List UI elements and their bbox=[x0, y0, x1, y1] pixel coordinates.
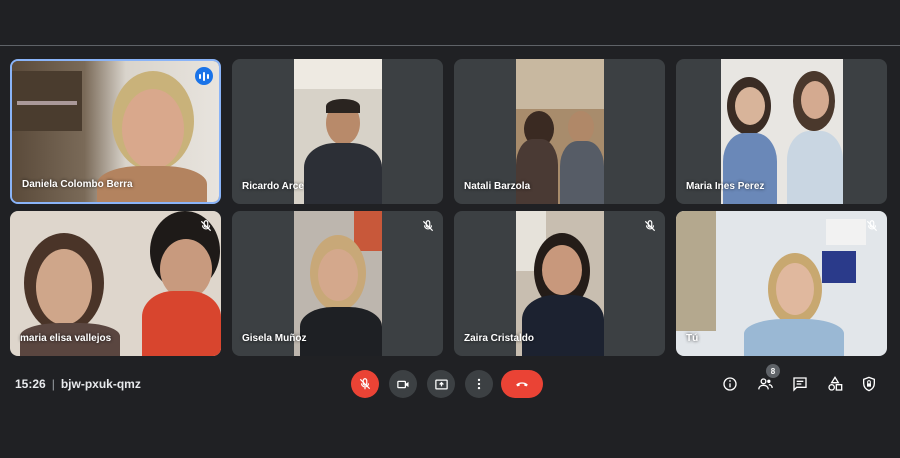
more-options-icon bbox=[477, 378, 481, 390]
mic-off-icon bbox=[644, 220, 656, 232]
mic-off-icon bbox=[359, 378, 371, 390]
mic-toggle-button[interactable] bbox=[351, 370, 379, 398]
participant-tile-maria-elisa[interactable]: maria elisa vallejos bbox=[10, 211, 221, 356]
participant-name: Maria Ines Perez bbox=[686, 181, 765, 192]
participant-name: maria elisa vallejos bbox=[20, 333, 112, 344]
activities-icon bbox=[828, 376, 843, 391]
participant-name: Zaira Cristaldo bbox=[464, 333, 535, 344]
participant-name: Daniela Colombo Berra bbox=[22, 179, 133, 190]
participant-tile-gisela[interactable]: Gisela Muñoz bbox=[232, 211, 443, 356]
participant-name: Ricardo Arce bbox=[242, 181, 304, 192]
present-icon bbox=[434, 379, 448, 389]
camera-toggle-button[interactable] bbox=[389, 370, 417, 398]
speaking-indicator-icon bbox=[195, 67, 213, 85]
participant-video bbox=[676, 211, 887, 356]
participant-video bbox=[294, 59, 382, 204]
participant-name: Natali Barzola bbox=[464, 181, 531, 192]
participant-name: Gisela Muñoz bbox=[242, 333, 307, 344]
meeting-code: bjw-pxuk-qmz bbox=[60, 377, 141, 391]
host-controls-icon bbox=[863, 376, 875, 392]
participant-tile-maria-ines[interactable]: Maria Ines Perez bbox=[676, 59, 887, 204]
info-icon bbox=[723, 377, 737, 391]
people-icon bbox=[757, 378, 773, 390]
participant-tile-daniela[interactable]: Daniela Colombo Berra bbox=[10, 59, 221, 204]
people-count-badge: 8 bbox=[766, 364, 780, 378]
hang-up-icon bbox=[516, 382, 528, 387]
meeting-time: 15:26 bbox=[15, 377, 46, 391]
participant-tile-zaira[interactable]: Zaira Cristaldo bbox=[454, 211, 665, 356]
camera-icon bbox=[396, 380, 408, 388]
participant-video bbox=[294, 211, 382, 356]
mic-off-icon bbox=[422, 220, 434, 232]
activities-button[interactable] bbox=[825, 374, 845, 394]
control-bar: 15:26 | bjw-pxuk-qmz bbox=[0, 360, 900, 410]
participant-tile-self[interactable]: Tú bbox=[676, 211, 887, 356]
chat-button[interactable] bbox=[790, 374, 810, 394]
meeting-details-button[interactable] bbox=[720, 374, 740, 394]
participant-tile-natali[interactable]: Natali Barzola bbox=[454, 59, 665, 204]
more-options-button[interactable] bbox=[465, 370, 493, 398]
host-controls-button[interactable] bbox=[859, 374, 879, 394]
meeting-details: 15:26 | bjw-pxuk-qmz bbox=[15, 377, 141, 391]
top-divider bbox=[0, 45, 900, 46]
present-screen-button[interactable] bbox=[427, 370, 455, 398]
participant-name: Tú bbox=[686, 333, 699, 344]
participant-tile-ricardo[interactable]: Ricardo Arce bbox=[232, 59, 443, 204]
mic-off-icon bbox=[866, 220, 878, 232]
leave-call-button[interactable] bbox=[501, 370, 543, 398]
chat-icon bbox=[793, 377, 807, 392]
mic-off-icon bbox=[200, 220, 212, 232]
